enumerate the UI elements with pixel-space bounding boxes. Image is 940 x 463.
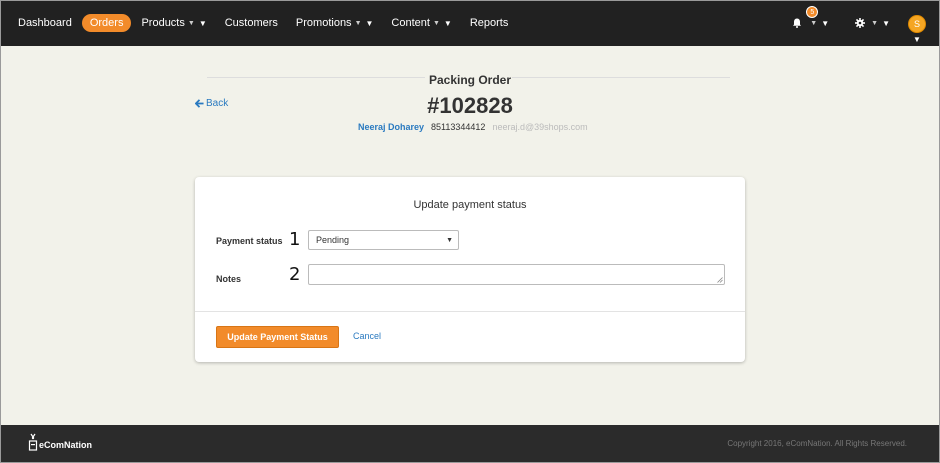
nav-item-promotions[interactable]: Promotions ▼ ▼ <box>288 13 382 33</box>
notification-count-badge: 5 <box>806 6 819 18</box>
nav-item-orders[interactable]: Orders <box>81 14 132 32</box>
payment-status-label: Payment status <box>216 236 283 246</box>
user-menu[interactable]: S ▼ <box>908 14 926 44</box>
nav-right: 5 ▼ ▼ ▼ ▼ S ▼ <box>792 0 926 46</box>
arrow-left-icon <box>195 99 204 108</box>
dropdown-arrow-icon: ▼ <box>882 18 890 28</box>
dropdown-arrow-icon: ▼ <box>198 18 207 28</box>
nav-item-label: Reports <box>469 17 509 29</box>
page-section-title: Packing Order <box>428 73 512 87</box>
caret-down-icon: ▼ <box>354 19 362 27</box>
nav-item-dashboard[interactable]: Dashboard <box>10 13 80 33</box>
settings-button[interactable]: ▼ ▼ <box>855 18 890 28</box>
customer-info: Neeraj Doharey 85113344412 neeraj.d@39sh… <box>358 122 588 132</box>
back-link[interactable]: Back <box>195 98 228 109</box>
cancel-link[interactable]: Cancel <box>353 331 381 341</box>
nav-item-reports[interactable]: Reports <box>462 13 517 33</box>
caret-down-icon: ▼ <box>187 19 195 27</box>
copyright-text: Copyright 2016, eComNation. All Rights R… <box>727 439 907 448</box>
payment-status-card: Update payment status Payment status 1 P… <box>195 177 745 362</box>
payment-status-value: Pending <box>316 235 350 245</box>
footer: eComNation Copyright 2016, eComNation. A… <box>0 425 940 463</box>
nav-item-label: Customers <box>224 17 278 29</box>
ecomnation-logo-icon <box>28 433 38 451</box>
customer-phone: 85113344412 <box>431 122 486 132</box>
bell-icon <box>793 18 802 28</box>
nav-item-content[interactable]: Content ▼ ▼ <box>383 13 459 33</box>
order-number: #102828 <box>427 93 513 118</box>
footer-logo: eComNation <box>28 433 92 451</box>
top-nav: Dashboard Orders Products ▼ ▼ Customers … <box>0 0 940 46</box>
notes-marker: 2 <box>289 264 301 285</box>
nav-menu: Dashboard Orders Products ▼ ▼ Customers … <box>10 13 518 33</box>
caret-down-icon: ▼ <box>871 19 879 27</box>
gear-icon <box>855 18 866 28</box>
caret-down-icon: ▼ <box>432 19 440 27</box>
customer-email: neeraj.d@39shops.com <box>492 122 588 132</box>
payment-status-select[interactable]: Pending ▼ <box>308 230 459 250</box>
nav-item-products[interactable]: Products ▼ ▼ <box>133 13 214 33</box>
notes-label: Notes <box>216 274 242 284</box>
notifications-button[interactable]: 5 ▼ ▼ <box>792 6 830 28</box>
back-link-label: Back <box>206 98 229 109</box>
update-payment-status-button[interactable]: Update Payment Status <box>216 326 339 348</box>
card-divider <box>195 311 745 312</box>
dropdown-arrow-icon: ▼ <box>365 18 374 28</box>
dropdown-arrow-icon: ▼ <box>913 34 921 44</box>
notes-textarea[interactable] <box>308 264 725 285</box>
card-title: Update payment status <box>413 199 527 211</box>
nav-item-label: Promotions <box>295 17 352 29</box>
avatar: S <box>908 14 926 33</box>
nav-item-label: Dashboard <box>18 17 72 29</box>
caret-down-icon: ▼ <box>810 19 818 27</box>
footer-brand: eComNation <box>39 440 93 450</box>
nav-item-label: Content <box>391 17 430 29</box>
dropdown-arrow-icon: ▼ <box>821 18 830 28</box>
nav-item-label: Products <box>141 17 185 29</box>
payment-status-marker: 1 <box>289 229 301 250</box>
resize-handle-icon[interactable] <box>717 277 723 283</box>
select-caret-icon: ▼ <box>446 236 453 244</box>
dropdown-arrow-icon: ▼ <box>443 18 452 28</box>
nav-item-label: Orders <box>89 17 124 29</box>
nav-item-customers[interactable]: Customers <box>217 13 286 33</box>
customer-name-link[interactable]: Neeraj Doharey <box>358 122 424 132</box>
